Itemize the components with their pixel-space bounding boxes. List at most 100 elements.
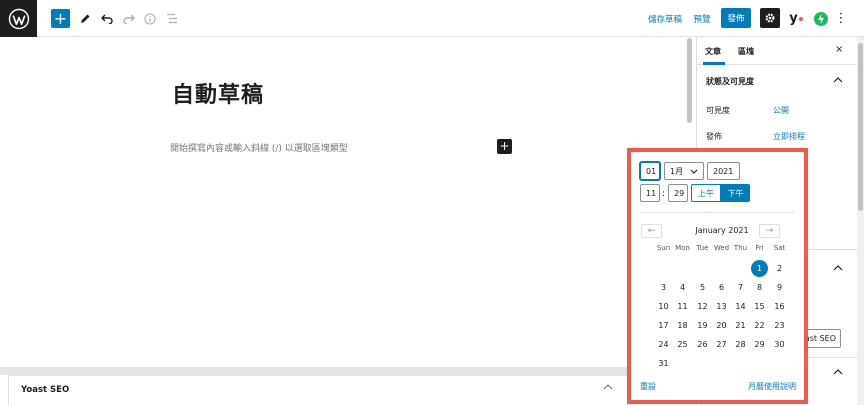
wordpress-logo-icon[interactable] [0,0,37,37]
calendar-day[interactable]: 10 [654,298,673,315]
add-block-button[interactable]: + [51,9,70,28]
status-visibility-heading[interactable]: 狀態及可見度 [706,76,754,87]
calendar-help-link[interactable]: 月曆使用說明 [748,381,796,392]
inline-add-block-button[interactable]: + [497,139,512,154]
weekday-label: Wed [713,244,730,252]
month-select[interactable]: 1月 [664,162,704,180]
calendar-day[interactable]: 18 [673,317,692,334]
arrow-left-icon: ← [647,226,656,236]
calendar-day[interactable]: 9 [770,279,789,296]
yoast-icon: y [789,11,798,26]
active-tab-indicator [703,62,725,65]
jetpack-icon [814,11,828,26]
sidebar-tabs: 文章 區塊 × [697,37,857,65]
meta-box-title: Yoast SEO [21,385,70,395]
visibility-label: 可見度 [706,106,730,115]
reset-date-link[interactable]: 重設 [640,381,656,392]
calendar-day[interactable]: 3 [654,279,673,296]
calendar-day[interactable]: 15 [750,298,769,315]
block-placeholder[interactable]: 開始撰寫內容或輸入斜線 (/) 以選取區塊類型 [170,141,348,154]
calendar-day[interactable]: 22 [750,317,769,334]
publish-date-toggle[interactable]: 立即排程 [773,131,805,142]
time-separator: : [662,189,666,199]
previous-month-button[interactable]: ← [641,224,662,238]
weekday-label: Tue [696,244,709,252]
calendar-day[interactable]: 28 [731,336,750,353]
tab-document[interactable]: 文章 [705,46,721,57]
calendar-day[interactable]: 16 [770,298,789,315]
calendar-day[interactable]: 20 [712,317,731,334]
calendar-day[interactable]: 26 [693,336,712,353]
visibility-toggle[interactable]: 公開 [773,105,789,116]
hour-input[interactable]: 11 [640,184,660,202]
publish-button[interactable]: 發佈 [721,8,751,28]
day-input[interactable]: 01 [640,162,660,180]
redo-icon [123,14,135,24]
yoast-seo-meta-box[interactable]: Yoast SEO [8,375,628,405]
close-icon: × [835,44,844,55]
redo-button[interactable] [122,9,136,28]
pm-button[interactable]: 下午 [721,184,750,202]
next-month-button[interactable]: → [759,224,780,238]
settings-button[interactable] [760,8,780,28]
calendar-day[interactable]: 31 [654,355,673,372]
calendar-day[interactable]: 8 [750,279,769,296]
tab-block[interactable]: 區塊 [738,46,754,57]
calendar-day[interactable]: 27 [712,336,731,353]
post-title[interactable]: 自動草稿 [172,77,264,109]
calendar-day[interactable]: 21 [731,317,750,334]
list-view-icon [167,13,177,24]
details-button[interactable] [143,9,157,28]
calendar-day[interactable]: 25 [673,336,692,353]
year-input[interactable]: 2021 [707,162,740,180]
weekday-label: Fri [755,244,764,252]
chevron-up-icon[interactable] [833,75,843,86]
calendar-day[interactable]: 14 [731,298,750,315]
canvas-scrollbar[interactable] [687,38,692,123]
am-button[interactable]: 上午 [691,184,721,202]
edit-tool-button[interactable] [78,9,92,28]
chevron-up-icon[interactable] [833,367,843,378]
undo-button[interactable] [100,9,114,28]
sidebar-scrollbar[interactable] [858,43,863,211]
weekday-label: Sat [773,244,786,252]
weekday-label: Sun [656,244,671,252]
calendar-day[interactable]: 6 [712,279,731,296]
calendar-day[interactable]: 4 [673,279,692,296]
chevron-up-icon[interactable] [603,382,613,393]
arrow-right-icon: → [765,226,774,236]
calendar-day[interactable]: 17 [654,317,673,334]
calendar-day[interactable]: 19 [693,317,712,334]
calendar-day[interactable]: 23 [770,317,789,334]
date-picker-divider [640,212,795,213]
calendar-day[interactable]: 7 [731,279,750,296]
chevron-up-icon[interactable] [833,263,843,274]
plus-icon: + [53,9,68,28]
editor-canvas: 自動草稿 開始撰寫內容或輸入斜線 (/) 以選取區塊類型 + [0,37,686,367]
yoast-status-dot-icon [798,16,803,21]
preview-button[interactable]: 預覽 [692,9,712,28]
publish-label: 發佈 [706,132,722,141]
calendar-day[interactable]: 13 [712,298,731,315]
gear-icon [765,13,775,23]
meta-box-divider [0,367,686,375]
more-options-button[interactable]: ⋮ [835,9,848,28]
calendar-day[interactable]: 12 [693,298,712,315]
top-toolbar: + 儲存草稿 預覽 發佈 y ⋮ [0,0,864,37]
save-draft-button[interactable]: 儲存草稿 [648,9,682,28]
calendar-day[interactable]: 24 [654,336,673,353]
minute-input[interactable]: 29 [668,184,688,202]
calendar-day[interactable]: 11 [673,298,692,315]
calendar-day[interactable]: 30 [770,336,789,353]
outline-button[interactable] [165,9,179,28]
calendar-day[interactable]: 5 [693,279,712,296]
calendar-day-selected[interactable]: 1 [750,260,769,277]
calendar-day[interactable]: 2 [770,260,789,277]
calendar-day[interactable]: 29 [750,336,769,353]
close-sidebar-button[interactable]: × [835,44,843,55]
jetpack-button[interactable] [813,9,829,28]
plus-icon: + [499,139,510,153]
month-select-value: 1月 [670,166,684,176]
undo-icon [101,14,113,24]
yoast-toolbar-button[interactable]: y [786,9,806,28]
